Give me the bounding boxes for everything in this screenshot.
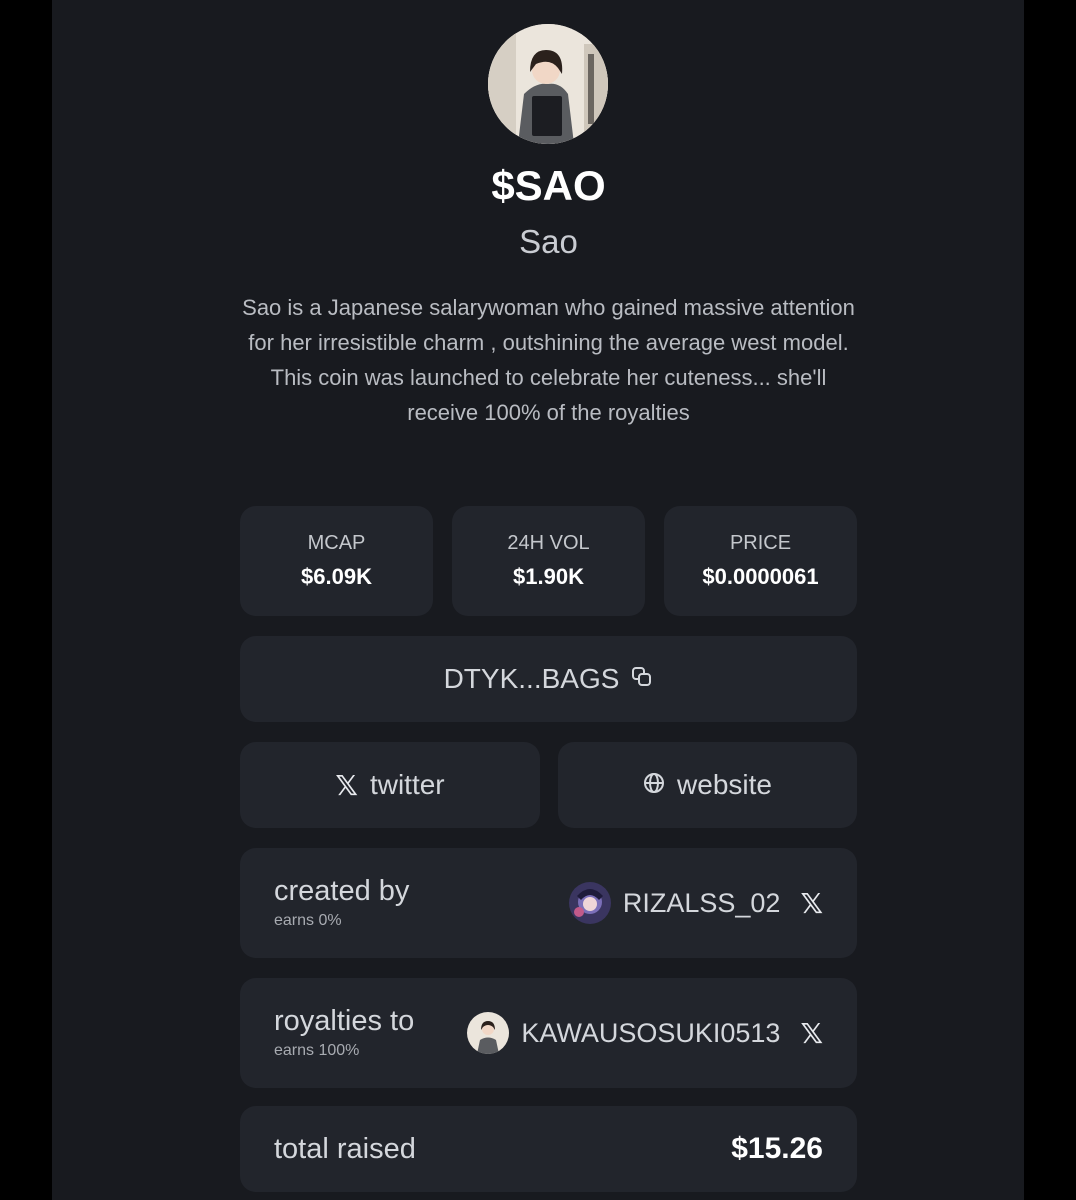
token-ticker: $SAO [491,162,606,209]
contract-address: DTYK...BAGS [443,663,620,694]
total-raised-card: total raised $15.26 [240,1106,857,1192]
stat-label: MCAP [307,532,366,554]
website-link-button[interactable]: website [558,742,857,828]
x-icon: 𝕏 [335,769,358,801]
total-raised-value: $15.26 [731,1132,823,1165]
token-page: $SAO Sao Sao is a Japanese salarywoman w… [52,0,1024,1200]
website-label: website [677,769,772,800]
website-row: website [558,742,857,828]
token-avatar [488,24,608,144]
contract-row: DTYK...BAGS [240,636,857,722]
globe-icon [643,769,665,801]
twitter-row: 𝕏 twitter [240,742,540,828]
token-name: Sao [519,223,578,260]
x-icon[interactable]: 𝕏 [800,1017,823,1050]
stat-card-price: PRICE $0.0000061 [664,506,857,616]
copy-icon[interactable] [631,663,653,695]
twitter-label: twitter [369,769,445,800]
royalties-earns: earns 100% [274,1042,360,1059]
stat-label: 24H VOL [507,532,590,554]
stat-card-volume: 24H VOL $1.90K [452,506,645,616]
royalties-title: royalties to [274,1005,415,1037]
creator-card: created by earns 0% RIZALSS_02 𝕏 [240,848,857,958]
contract-address-button[interactable]: DTYK...BAGS [240,636,857,722]
total-raised-label: total raised [274,1132,416,1165]
stat-value: $0.0000061 [702,564,819,589]
stat-card-mcap: MCAP $6.09K [240,506,433,616]
avatar [467,1012,510,1054]
profile-photo-icon [488,24,608,144]
stat-value: $6.09K [301,564,372,589]
x-icon[interactable]: 𝕏 [800,887,823,920]
token-description: Sao is a Japanese salarywoman who gained… [242,295,855,425]
royalties-username: KAWAUSOSUKI0513 [521,1017,781,1048]
royalties-info: royalties to earns 100% [274,1004,414,1062]
royalties-user[interactable]: KAWAUSOSUKI0513 𝕏 [467,978,823,1088]
creator-earns: earns 0% [274,912,342,929]
creator-user[interactable]: RIZALSS_02 𝕏 [568,848,823,958]
royalties-card: royalties to earns 100% KAWAUSOSUKI0513 … [240,978,857,1088]
avatar [568,882,611,924]
creator-username: RIZALSS_02 [622,887,781,918]
stat-value: $1.90K [513,564,584,589]
creator-title: created by [274,875,410,907]
twitter-link-button[interactable]: 𝕏 twitter [240,742,540,828]
creator-info: created by earns 0% [274,874,409,932]
stat-label: PRICE [729,532,792,554]
